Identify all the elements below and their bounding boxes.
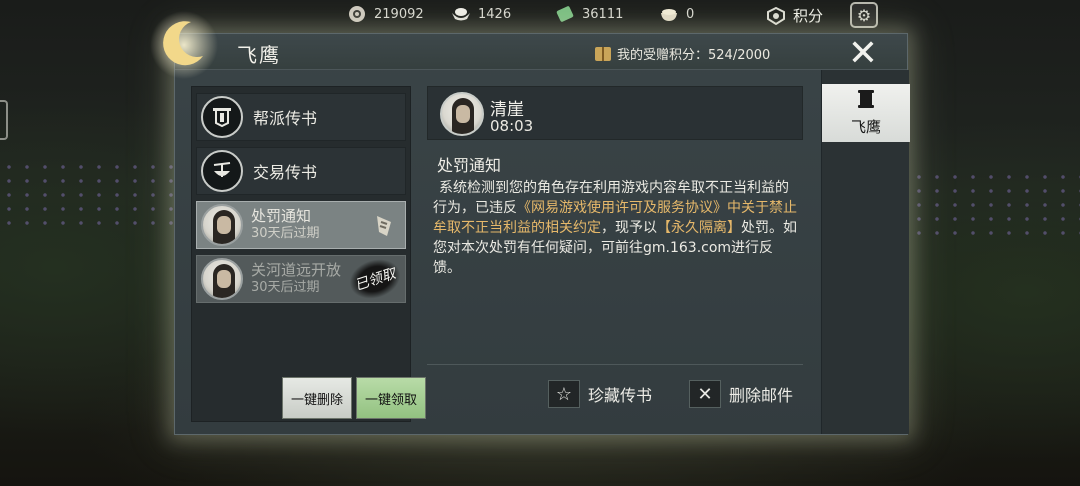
panel-title: 飞鹰 bbox=[237, 43, 281, 67]
bowl-icon bbox=[658, 5, 680, 23]
favorite-mail-button[interactable]: ☆ 珍藏传书 bbox=[548, 380, 652, 408]
banner-icon bbox=[201, 96, 243, 138]
mail-expiry: 30天后过期 bbox=[251, 226, 320, 241]
side-drawer-handle[interactable] bbox=[0, 100, 8, 140]
message-body: 系统检测到您的角色存在利用游戏内容牟取不正当利益的行为，已违反《网易游戏使用许可… bbox=[433, 178, 801, 278]
category-trade-mail[interactable]: 交易传书 bbox=[196, 147, 406, 195]
gift-credit: 我的受赠积分：524/2000 bbox=[595, 44, 770, 63]
background-flowers-left bbox=[0, 160, 175, 230]
message-sender: 清崖 08:03 bbox=[427, 86, 803, 140]
currency-silver-value: 219092 bbox=[374, 6, 424, 22]
currency-jade-value: 36111 bbox=[582, 6, 624, 22]
side-tabs: 飞鹰 bbox=[821, 70, 910, 434]
close-icon: ✕ bbox=[847, 32, 879, 74]
close-icon: ✕ bbox=[689, 380, 721, 408]
delete-label: 删除邮件 bbox=[729, 386, 794, 405]
mail-item-penalty[interactable]: 处罚通知 30天后过期 bbox=[196, 201, 406, 249]
moon-icon bbox=[149, 10, 219, 80]
sender-avatar bbox=[201, 258, 243, 300]
currency-bar: 219092 1426 36111 0 积分 ⚙ bbox=[340, 0, 900, 30]
background-flowers-right bbox=[910, 170, 1080, 240]
mail-list: 帮派传书 交易传书 处罚通知 30天后过期 关河道远开放 30天后过期 已领取 … bbox=[191, 86, 426, 422]
points-button[interactable]: 积分 bbox=[765, 5, 823, 26]
claimed-stamp: 已领取 bbox=[344, 252, 406, 306]
mail-title: 关河道远开放 bbox=[251, 261, 342, 279]
currency-ingot-value: 1426 bbox=[478, 6, 512, 22]
message-time: 08:03 bbox=[490, 117, 534, 135]
currency-bowl-value: 0 bbox=[686, 6, 695, 22]
category-label: 帮派传书 bbox=[253, 109, 318, 128]
jade-icon bbox=[554, 5, 576, 23]
currency-bowl: 0 bbox=[658, 5, 694, 23]
coin-icon bbox=[346, 5, 368, 23]
mail-panel: 飞鹰 我的受赠积分：524/2000 ✕ 帮派传书 交易传书 处罚通知 30天后… bbox=[150, 11, 910, 435]
divider bbox=[427, 364, 803, 365]
points-label: 积分 bbox=[793, 7, 824, 25]
close-button[interactable]: ✕ bbox=[839, 32, 887, 74]
message-text: ，现予以 bbox=[601, 220, 657, 236]
gift-credit-text: 我的受赠积分：524/2000 bbox=[617, 48, 771, 63]
claim-all-button[interactable]: 一键领取 bbox=[356, 377, 426, 419]
currency-jade: 36111 bbox=[554, 5, 623, 23]
delete-mail-button[interactable]: ✕ 删除邮件 bbox=[689, 380, 793, 408]
message-title: 处罚通知 bbox=[437, 156, 502, 175]
panel-header bbox=[175, 34, 907, 70]
favorite-label: 珍藏传书 bbox=[588, 386, 653, 405]
gear-icon: ⚙ bbox=[856, 5, 872, 25]
mail-item-event[interactable]: 关河道远开放 30天后过期 已领取 bbox=[196, 252, 406, 306]
scale-icon bbox=[201, 150, 243, 192]
penalty-highlight: 【永久隔离】 bbox=[657, 220, 741, 236]
currency-ingot: 1426 bbox=[450, 5, 511, 23]
tab-feiying[interactable]: 飞鹰 bbox=[822, 84, 910, 142]
currency-silver: 219092 bbox=[346, 5, 424, 23]
sender-avatar bbox=[201, 204, 243, 246]
attachment-icon bbox=[373, 212, 395, 240]
star-icon: ☆ bbox=[548, 380, 580, 408]
scroll-icon bbox=[857, 89, 875, 114]
delete-all-button[interactable]: 一键删除 bbox=[282, 377, 352, 419]
settings-button[interactable]: ⚙ bbox=[850, 2, 878, 28]
gift-icon bbox=[595, 46, 611, 61]
tab-label: 飞鹰 bbox=[850, 118, 881, 136]
category-label: 交易传书 bbox=[253, 163, 318, 182]
sender-avatar bbox=[440, 92, 484, 136]
ingot-icon bbox=[450, 5, 472, 23]
badge-icon bbox=[765, 6, 787, 25]
category-guild-mail[interactable]: 帮派传书 bbox=[196, 93, 406, 141]
mail-expiry: 30天后过期 bbox=[251, 280, 320, 295]
mail-title: 处罚通知 bbox=[251, 207, 312, 225]
